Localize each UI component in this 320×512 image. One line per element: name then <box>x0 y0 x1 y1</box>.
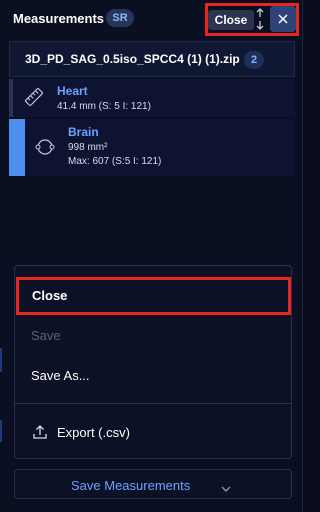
export-icon <box>32 424 48 445</box>
measurement-value: Max: 607 (S:5 I: 121) <box>68 156 162 167</box>
save-measurements-label: Save Measurements <box>71 478 191 493</box>
measurement-label: Heart <box>57 84 88 98</box>
menu-divider <box>15 403 291 404</box>
study-name: 3D_PD_SAG_0.5iso_SPCC4 (1) (1).zip <box>25 52 240 66</box>
chevron-down-icon <box>220 480 232 498</box>
menu-item-save[interactable]: Save <box>15 316 291 356</box>
measurements-panel: Measurements SR Close 3D_PD_SAG_0.5iso_S… <box>0 0 303 512</box>
measurement-accent <box>9 119 25 176</box>
menu-item-save-as[interactable]: Save As... <box>15 356 291 396</box>
ruler-icon <box>24 87 44 112</box>
measurement-item-brain[interactable]: Brain 998 mm² Max: 607 (S:5 I: 121) <box>9 119 295 176</box>
header-close-button[interactable]: Close <box>208 10 254 30</box>
menu-item-export[interactable]: Export (.csv) <box>57 413 130 453</box>
menu-item-close[interactable]: Close <box>16 277 291 315</box>
ellipse-roi-icon <box>35 137 55 162</box>
save-measurements-button[interactable]: Save Measurements <box>14 469 292 499</box>
study-row[interactable]: 3D_PD_SAG_0.5iso_SPCC4 (1) (1).zip 2 <box>9 41 295 77</box>
arrows-icon[interactable] <box>254 8 266 30</box>
save-dropdown-menu: Close Save Save As... Export (.csv) <box>14 265 292 459</box>
measurement-value: 998 mm² <box>68 142 108 153</box>
close-icon[interactable] <box>270 6 296 32</box>
edge-accent <box>0 420 2 442</box>
measurement-accent <box>9 79 13 117</box>
panel-header: Measurements SR Close <box>0 0 303 38</box>
measurement-item-heart[interactable]: Heart 41.4 mm (S: 5 I: 121) <box>9 79 295 117</box>
measurement-label: Brain <box>68 125 99 139</box>
panel-title: Measurements <box>13 11 105 26</box>
edge-accent <box>0 348 2 372</box>
sr-badge: SR <box>106 9 134 27</box>
measurement-count-badge: 2 <box>244 51 264 69</box>
measurement-value: 41.4 mm (S: 5 I: 121) <box>57 101 151 112</box>
